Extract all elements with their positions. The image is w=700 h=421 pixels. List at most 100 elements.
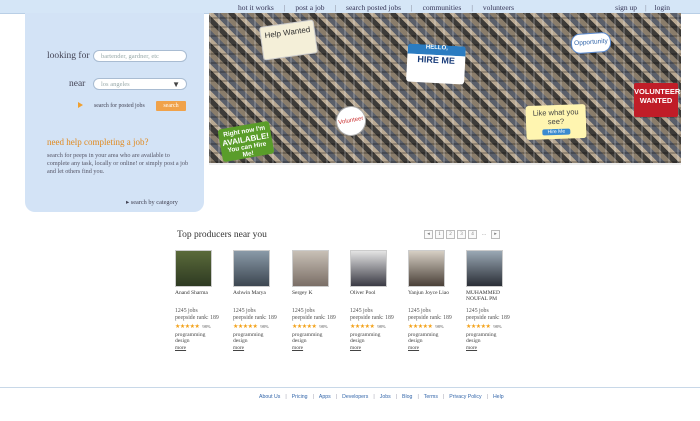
footer-link-privacy-policy[interactable]: Privacy Policy — [449, 394, 481, 400]
more-link[interactable]: more — [175, 345, 225, 351]
producer-card[interactable]: MUHAMMED NOUFAL PM 1245 jobs peepside ra… — [466, 250, 516, 351]
producer-name[interactable]: Oliver Pool — [350, 290, 400, 306]
pager: ◂ 1 2 3 4 ... ▸ — [424, 230, 500, 239]
pager-page[interactable]: 2 — [446, 230, 455, 239]
producer-card[interactable]: Oliver Pool 1245 jobs peepside rank: 189… — [350, 250, 400, 351]
producer-name[interactable]: Sergey K — [292, 290, 342, 306]
footer-separator: | — [373, 394, 375, 400]
hero-divider — [209, 163, 681, 165]
footer-link-pricing[interactable]: Pricing — [292, 394, 308, 400]
dropdown-arrow-icon: ▼ — [172, 80, 180, 89]
pager-page[interactable]: 4 — [468, 230, 477, 239]
producer-name[interactable]: Yanjun Joyce Liao — [408, 290, 458, 306]
near-value: los angeles — [101, 81, 130, 88]
hello-text: HELLO, — [425, 44, 448, 52]
footer-link-developers[interactable]: Developers — [342, 394, 368, 400]
pager-next-icon[interactable]: ▸ — [491, 230, 500, 239]
more-link[interactable]: more — [350, 345, 400, 351]
rating-percent: 98% — [260, 324, 269, 329]
producer-rank: peepside rank: 189 — [466, 315, 510, 321]
more-link[interactable]: more — [233, 345, 283, 351]
help-wanted-sign: Help Wanted — [258, 19, 319, 61]
nav-separator: | — [411, 2, 413, 12]
footer-link-terms[interactable]: Terms — [424, 394, 438, 400]
opportunity-badge: Opportunity — [570, 31, 612, 55]
avatar[interactable] — [175, 250, 212, 287]
looking-for-label: looking for — [47, 51, 90, 61]
producer-jobs: 1245 jobs — [408, 308, 431, 314]
producer-skills: programming design — [233, 332, 264, 344]
looking-for-placeholder: bartender, gardner, etc — [101, 53, 159, 60]
avatar[interactable] — [233, 250, 270, 287]
help-title: need help completing a job? — [47, 137, 149, 147]
producer-jobs: 1245 jobs — [292, 308, 315, 314]
footer-separator: | — [312, 394, 314, 400]
producer-skills: programming design — [466, 332, 497, 344]
footer-link-help[interactable]: Help — [493, 394, 504, 400]
login-link[interactable]: login — [655, 3, 670, 12]
more-link[interactable]: more — [408, 345, 458, 351]
help-wanted-text: Help Wanted — [264, 24, 311, 41]
producer-card[interactable]: Ashwin Marya 1245 jobs peepside rank: 18… — [233, 250, 283, 351]
nav-post-a-job[interactable]: post a job — [295, 3, 324, 12]
rating-percent: 98% — [377, 324, 386, 329]
nav-volunteers[interactable]: volunteers — [483, 3, 514, 12]
hire-me-sticker: HELLO, HIRE ME — [406, 43, 466, 85]
help-text: search for peeps in your area who are av… — [47, 152, 189, 175]
search-by-category-label: search by category — [130, 199, 178, 206]
producer-jobs: 1245 jobs — [350, 308, 373, 314]
footer-link-blog[interactable]: Blog — [402, 394, 412, 400]
producer-skills: programming design — [292, 332, 323, 344]
signup-link[interactable]: sign up — [615, 3, 637, 12]
volunteers-wanted-sign: VOLUNTEERS WANTED — [634, 83, 681, 117]
producer-name[interactable]: MUHAMMED NOUFAL PM — [466, 290, 516, 306]
rating: ★★★★★ 98% — [466, 323, 516, 330]
rating: ★★★★★ 98% — [233, 323, 283, 330]
hero-photo-collage: Help Wanted HELLO, HIRE ME Opportunity V… — [209, 13, 681, 163]
producer-card[interactable]: Sergey K 1245 jobs peepside rank: 189 ★★… — [292, 250, 342, 351]
search-posted-jobs-label[interactable]: search for posted jobs — [94, 103, 145, 109]
producer-card[interactable]: Anand Sharma 1245 jobs peepside rank: 18… — [175, 250, 225, 351]
looking-for-input[interactable]: bartender, gardner, etc — [93, 50, 187, 62]
available-sign: Right now I'm AVAILABLE! You can Hire Me… — [217, 120, 275, 163]
pager-prev-icon[interactable]: ◂ — [424, 230, 433, 239]
like-what-text: Like what you see? — [532, 107, 579, 127]
nav-separator: | — [283, 2, 286, 12]
star-icons: ★★★★★ — [292, 324, 317, 330]
footer-link-about-us[interactable]: About Us — [259, 394, 280, 400]
producer-rank: peepside rank: 189 — [233, 315, 277, 321]
search-panel — [25, 13, 204, 212]
nav-search-posted-jobs[interactable]: search posted jobs — [346, 3, 401, 12]
more-link[interactable]: more — [466, 345, 516, 351]
producer-name[interactable]: Ashwin Marya — [233, 290, 283, 306]
volunteer-badge: Volunteer — [333, 103, 369, 139]
producer-name[interactable]: Anand Sharma — [175, 290, 225, 306]
avatar[interactable] — [292, 250, 329, 287]
pager-page[interactable]: 1 — [435, 230, 444, 239]
producer-card[interactable]: Yanjun Joyce Liao 1245 jobs peepside ran… — [408, 250, 458, 351]
footer-separator: | — [486, 394, 488, 400]
nav-communities[interactable]: communities — [423, 3, 462, 12]
avatar[interactable] — [350, 250, 387, 287]
pager-ellipsis: ... — [481, 231, 487, 237]
hire-me-mini-button: Hire Me — [542, 128, 571, 136]
pager-page[interactable]: 3 — [457, 230, 466, 239]
nav-how-it-works[interactable]: hot it works — [238, 3, 274, 12]
avatar[interactable] — [408, 250, 445, 287]
avatar[interactable] — [466, 250, 503, 287]
footer-divider — [0, 387, 700, 388]
footer-link-jobs[interactable]: Jobs — [380, 394, 391, 400]
footer-link-apps[interactable]: Apps — [319, 394, 331, 400]
producer-skills: programming design — [175, 332, 206, 344]
search-by-category-link[interactable]: ▸ search by category — [126, 199, 178, 206]
star-icons: ★★★★★ — [350, 324, 375, 330]
rating: ★★★★★ 98% — [408, 323, 458, 330]
rating-percent: 98% — [319, 324, 328, 329]
near-select[interactable]: los angeles ▼ — [93, 78, 187, 90]
producer-skills: programming design — [350, 332, 381, 344]
search-button[interactable]: search — [156, 101, 186, 111]
producer-rank: peepside rank: 189 — [408, 315, 452, 321]
producer-rank: peepside rank: 189 — [292, 315, 336, 321]
more-link[interactable]: more — [292, 345, 342, 351]
star-icons: ★★★★★ — [233, 324, 258, 330]
